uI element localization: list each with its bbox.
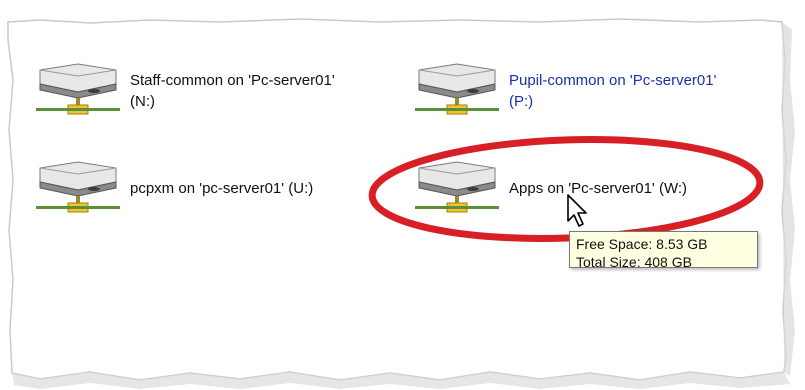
- tooltip-total-size: Total Size: 408 GB: [576, 254, 692, 270]
- drive-letter: (P:): [509, 93, 534, 110]
- drive-name: Pupil-common on 'Pc-server01': [509, 72, 717, 89]
- drive-name: pcpxm on 'pc-server01' (U:): [130, 180, 314, 197]
- network-drive-icon: [36, 161, 120, 213]
- drive-name: Staff-common on 'Pc-server01': [130, 72, 335, 89]
- drive-pcpxm[interactable]: pcpxm on 'pc-server01' (U:): [34, 160, 313, 218]
- drive-name: Apps on 'Pc-server01' (W:): [509, 180, 688, 197]
- tooltip-free-space: Free Space: 8.53 GB: [576, 236, 708, 252]
- drive-pupil-common[interactable]: Pupil-common on 'Pc-server01' (P:): [413, 62, 716, 120]
- network-drive-icon: [415, 161, 499, 213]
- drive-apps[interactable]: Apps on 'Pc-server01' (W:): [413, 160, 687, 218]
- drive-tooltip: Free Space: 8.53 GB Total Size: 408 GB: [569, 231, 758, 270]
- drive-staff-common[interactable]: Staff-common on 'Pc-server01' (N:): [34, 62, 335, 120]
- network-drive-icon: [415, 63, 499, 115]
- network-drive-icon: [36, 63, 120, 115]
- mouse-cursor-icon: [567, 194, 587, 227]
- drive-letter: (N:): [130, 93, 155, 110]
